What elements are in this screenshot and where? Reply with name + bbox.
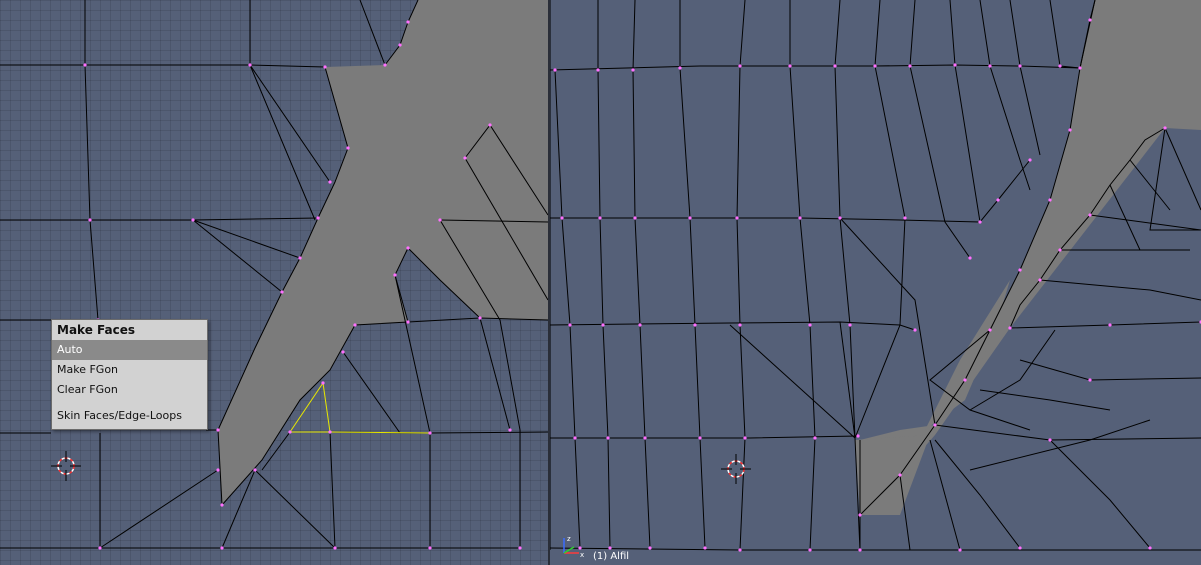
make-faces-menu: Make Faces Auto Make FGon Clear FGon Ski… [51,319,208,430]
mesh-face [925,280,1010,430]
viewport-right[interactable] [550,0,1201,565]
mesh-face [218,0,548,505]
menu-item-clear-fgon[interactable]: Clear FGon [52,380,207,400]
svg-text:x: x [580,551,584,559]
menu-title: Make Faces [57,323,135,337]
menu-item-auto[interactable]: Auto [52,340,207,360]
mesh-face [855,435,930,515]
mesh-right [550,0,1201,552]
viewport-left[interactable]: Make Faces Auto Make FGon Clear FGon Ski… [0,0,548,565]
svg-text:z: z [567,535,571,543]
3d-cursor-icon [721,454,751,484]
object-name-label: (1) Alfil [593,551,630,562]
axis-gizmo-icon: z x [563,535,584,559]
menu-item-skin-faces[interactable]: Skin Faces/Edge-Loops [52,406,207,426]
mesh-left [0,0,548,550]
menu-item-make-fgon[interactable]: Make FGon [52,360,207,380]
3d-cursor-icon [51,451,81,481]
